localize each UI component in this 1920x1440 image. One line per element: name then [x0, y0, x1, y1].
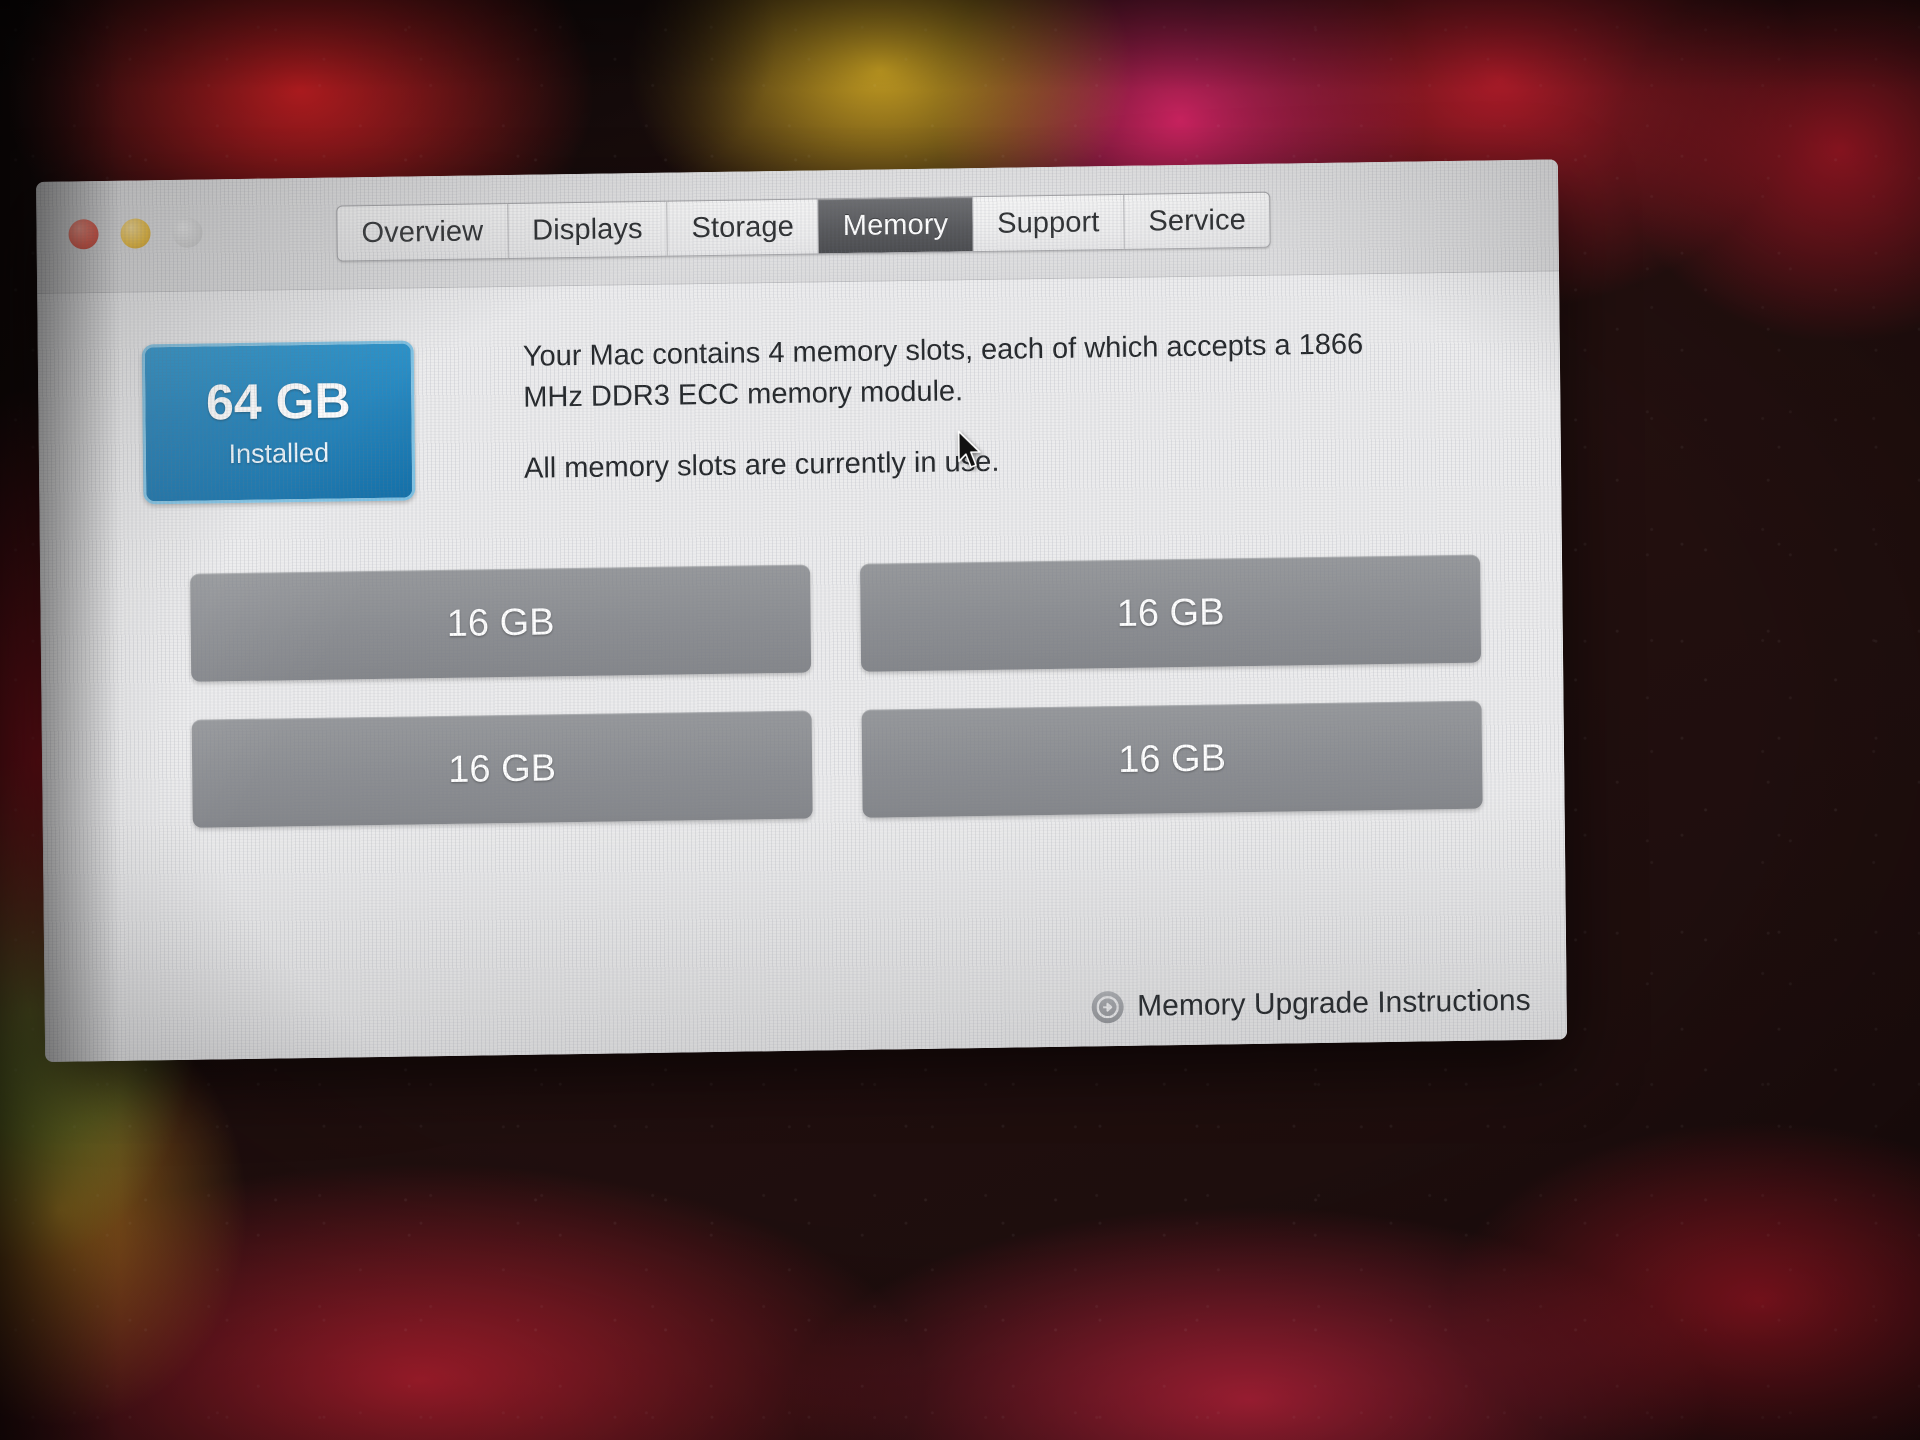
- memory-slot[interactable]: 16 GB: [191, 710, 813, 828]
- tab-memory[interactable]: Memory: [818, 197, 974, 254]
- window-controls: [68, 217, 203, 250]
- memory-panel: 64 GB Installed Your Mac contains 4 memo…: [37, 271, 1568, 1062]
- memory-slot-label: 16 GB: [446, 600, 555, 645]
- mouse-cursor: [957, 430, 981, 468]
- photographed-screen: Overview Displays Storage Memory Support…: [0, 0, 1920, 1440]
- memory-description-line-1: Your Mac contains 4 memory slots, each o…: [522, 328, 1364, 414]
- close-button[interactable]: [68, 219, 99, 250]
- tab-displays[interactable]: Displays: [507, 201, 668, 258]
- arrow-right-circle-icon: [1091, 990, 1124, 1024]
- tab-storage[interactable]: Storage: [667, 199, 820, 256]
- memory-slot[interactable]: 16 GB: [861, 700, 1483, 818]
- zoom-button[interactable]: [172, 217, 203, 248]
- memory-slot-label: 16 GB: [448, 746, 557, 791]
- memory-slot[interactable]: 16 GB: [190, 564, 812, 682]
- memory-slot-label: 16 GB: [1116, 590, 1225, 635]
- installed-memory-amount: 64 GB: [205, 371, 351, 431]
- memory-upgrade-instructions-link[interactable]: Memory Upgrade Instructions: [1091, 984, 1531, 1025]
- tab-bar: Overview Displays Storage Memory Support…: [336, 191, 1272, 262]
- tab-service[interactable]: Service: [1124, 193, 1270, 249]
- memory-slot-grid: 16 GB 16 GB 16 GB 16 GB: [190, 554, 1483, 828]
- tab-support[interactable]: Support: [972, 194, 1125, 252]
- tab-overview[interactable]: Overview: [337, 204, 509, 261]
- memory-upgrade-instructions-label: Memory Upgrade Instructions: [1137, 983, 1531, 1023]
- memory-slot-label: 16 GB: [1118, 736, 1227, 781]
- memory-slot[interactable]: 16 GB: [860, 554, 1482, 672]
- minimize-button[interactable]: [120, 218, 151, 249]
- installed-memory-badge: 64 GB Installed: [141, 340, 416, 505]
- about-this-mac-window: Overview Displays Storage Memory Support…: [36, 159, 1568, 1062]
- installed-memory-status: Installed: [228, 437, 330, 469]
